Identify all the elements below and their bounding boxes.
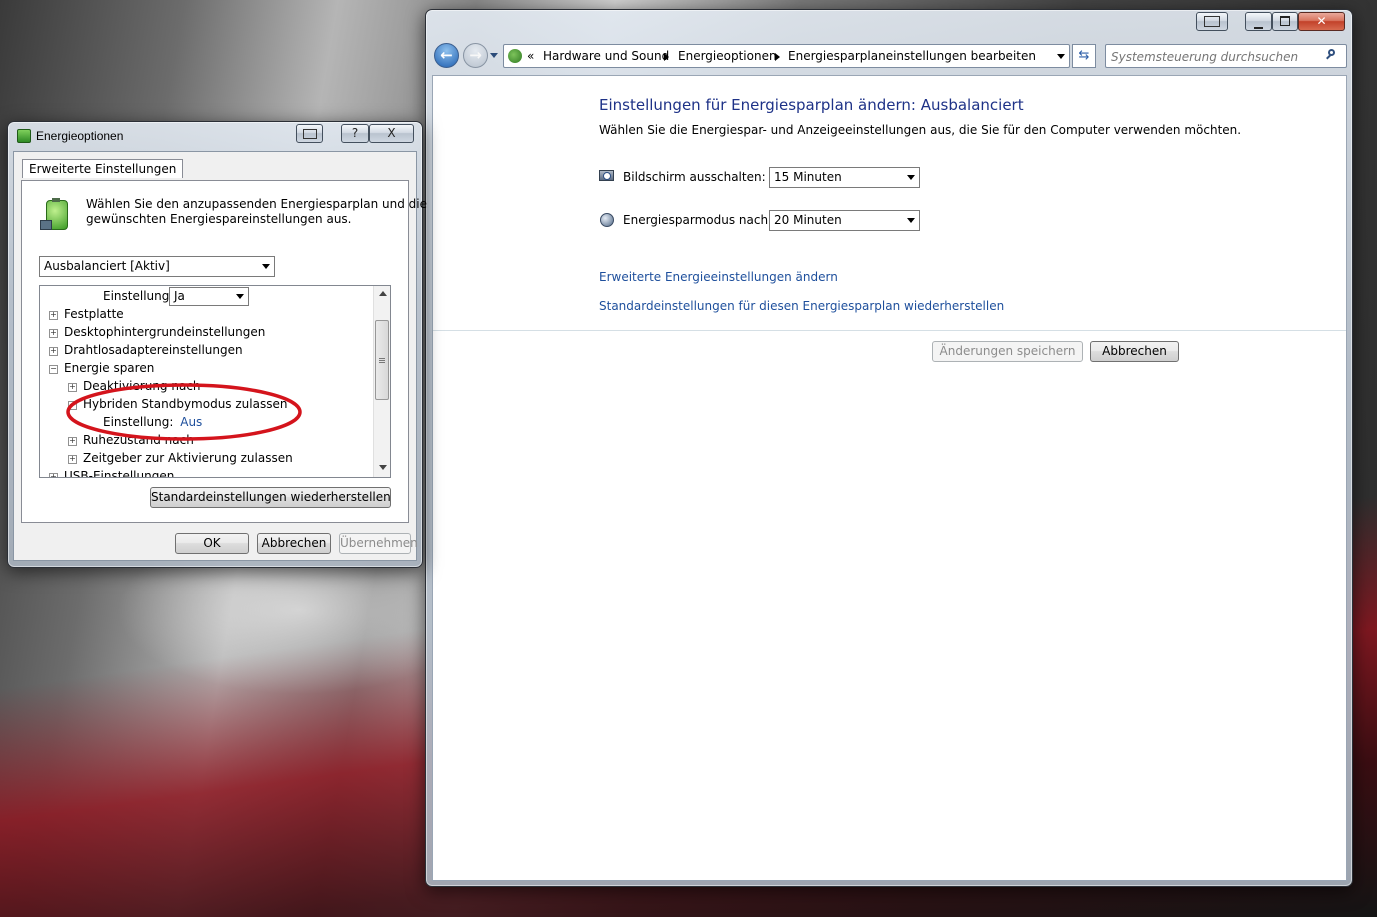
battery-icon <box>40 198 72 232</box>
tree-setting-row: Einstellung: <box>103 287 173 305</box>
advanced-settings-link[interactable]: Erweiterte Energieeinstellungen ändern <box>599 270 838 284</box>
close-icon: X <box>387 126 396 140</box>
tree-item[interactable]: + USB-Einstellungen <box>49 467 175 478</box>
scroll-thumb[interactable] <box>375 320 389 400</box>
forward-arrow-icon: → <box>469 46 482 64</box>
display-switch-icon <box>302 129 317 139</box>
chevron-down-icon <box>907 175 915 180</box>
save-changes-button[interactable]: Änderungen speichern <box>932 341 1083 362</box>
tree-item[interactable]: + Desktophintergrundeinstellungen <box>49 323 265 341</box>
scroll-down-icon[interactable] <box>379 465 387 470</box>
annotation-circle <box>66 383 302 441</box>
chevron-down-icon <box>236 294 244 299</box>
expand-icon[interactable]: + <box>49 473 58 477</box>
display-switch-icon <box>1204 16 1220 27</box>
chevron-down-icon <box>907 218 915 223</box>
tree-item-label: Energie sparen <box>64 361 155 375</box>
restore-defaults-button[interactable]: Standardeinstellungen wiederherstellen <box>150 487 391 508</box>
breadcrumb-energieoptionen[interactable]: Energieoptionen <box>678 49 777 63</box>
expand-icon[interactable]: + <box>49 329 58 338</box>
minimize-icon <box>1254 27 1263 29</box>
expand-icon[interactable]: + <box>49 311 58 320</box>
minimize-button[interactable] <box>1245 12 1272 31</box>
search-box[interactable] <box>1105 44 1347 68</box>
intro-text-line1: Wählen Sie den anzupassenden Energiespar… <box>86 197 427 211</box>
sleep-label: Energiesparmodus nach: <box>623 213 773 227</box>
breadcrumb-prefix[interactable]: « <box>527 49 534 63</box>
collapse-icon[interactable]: − <box>49 365 58 374</box>
apply-button[interactable]: Übernehmen <box>339 533 418 554</box>
close-icon: ✕ <box>1316 14 1327 28</box>
breadcrumb-plan-settings[interactable]: Energiesparplaneinstellungen bearbeiten <box>788 49 1036 63</box>
tab-advanced-settings[interactable]: Erweiterte Einstellungen <box>22 159 184 178</box>
ok-button[interactable]: OK <box>175 533 249 554</box>
intro-text-line2: gewünschten Energiespareinstellungen aus… <box>86 212 352 226</box>
cancel-button[interactable]: Abbrechen <box>257 533 331 554</box>
refresh-button[interactable]: ⇆ <box>1072 44 1096 68</box>
forward-button[interactable]: → <box>463 43 488 68</box>
sleep-value: 20 Minuten <box>774 213 842 227</box>
scroll-up-icon[interactable] <box>379 291 387 296</box>
tree-setting-select[interactable]: Ja <box>169 287 249 306</box>
tab-panel: Wählen Sie den anzupassenden Energiespar… <box>21 180 427 523</box>
display-off-select[interactable]: 15 Minuten <box>769 167 920 188</box>
sleep-select[interactable]: 20 Minuten <box>769 210 920 231</box>
chevron-down-icon <box>262 264 270 269</box>
display-off-value: 15 Minuten <box>774 170 842 184</box>
energy-options-dialog: Energieoptionen ? X Erweiterte Einstellu… <box>7 121 427 568</box>
maximize-icon <box>1280 16 1290 26</box>
tree-setting-label: Einstellung: <box>103 289 174 303</box>
content-pane: Einstellungen für Energiesparplan ändern… <box>432 75 1347 881</box>
control-panel-window: ✕ ← → « Hardware und Sound Energieoption… <box>425 9 1353 887</box>
plan-select[interactable]: Ausbalanciert [Aktiv] <box>39 256 275 277</box>
expand-icon[interactable]: + <box>49 347 58 356</box>
sleep-moon-icon <box>600 213 614 227</box>
display-off-label: Bildschirm ausschalten: <box>623 170 766 184</box>
close-button[interactable]: ✕ <box>1298 12 1345 31</box>
page-title: Einstellungen für Energiesparplan ändern… <box>599 96 1024 114</box>
expand-icon[interactable]: + <box>68 455 77 464</box>
tree-item-label: Desktophintergrundeinstellungen <box>64 325 266 339</box>
tree-item[interactable]: + Festplatte <box>49 305 124 323</box>
plan-select-value: Ausbalanciert [Aktiv] <box>44 259 170 273</box>
tree-item-label: Drahtlosadaptereinstellungen <box>64 343 243 357</box>
close-button[interactable]: X <box>369 124 414 143</box>
display-switch-button[interactable] <box>296 124 323 143</box>
tree-item[interactable]: + Drahtlosadaptereinstellungen <box>49 341 243 359</box>
search-icon[interactable] <box>1326 49 1337 60</box>
back-arrow-icon: ← <box>440 46 453 64</box>
monitor-icon <box>599 170 614 184</box>
breadcrumb-hardware-sound[interactable]: Hardware und Sound <box>543 49 669 63</box>
tree-setting-value: Ja <box>174 289 185 303</box>
breadcrumb-separator-icon[interactable] <box>664 53 669 61</box>
tree-scrollbar[interactable] <box>373 286 390 477</box>
search-input[interactable] <box>1109 47 1323 67</box>
display-switch-button[interactable] <box>1196 12 1228 31</box>
tree-item-label: Festplatte <box>64 307 124 321</box>
back-button[interactable]: ← <box>434 43 459 68</box>
dialog-title: Energieoptionen <box>36 129 124 143</box>
control-panel-icon <box>508 49 522 63</box>
breadcrumb-separator-icon[interactable] <box>775 53 780 61</box>
page-subtitle: Wählen Sie die Energiespar- und Anzeigee… <box>599 123 1242 137</box>
tree-sub-item[interactable]: + Zeitgeber zur Aktivierung zulassen <box>68 449 293 467</box>
tree-item-label: USB-Einstellungen <box>64 469 175 478</box>
address-bar[interactable]: « Hardware und Sound Energieoptionen Ene… <box>503 44 1070 68</box>
maximize-button[interactable] <box>1272 12 1298 31</box>
tree-item[interactable]: − Energie sparen <box>49 359 154 377</box>
refresh-icon: ⇆ <box>1078 48 1090 63</box>
recent-pages-icon[interactable] <box>490 53 498 58</box>
help-icon: ? <box>351 126 359 140</box>
cancel-button[interactable]: Abbrechen <box>1090 341 1179 362</box>
help-button[interactable]: ? <box>341 124 369 143</box>
energy-options-title-icon <box>17 129 31 143</box>
divider <box>433 330 1346 331</box>
tree-item-label: Zeitgeber zur Aktivierung zulassen <box>83 451 293 465</box>
restore-defaults-link[interactable]: Standardeinstellungen für diesen Energie… <box>599 299 1004 313</box>
dialog-body: Erweiterte Einstellungen Wählen Sie den … <box>13 151 427 561</box>
address-dropdown-icon[interactable] <box>1057 54 1065 59</box>
